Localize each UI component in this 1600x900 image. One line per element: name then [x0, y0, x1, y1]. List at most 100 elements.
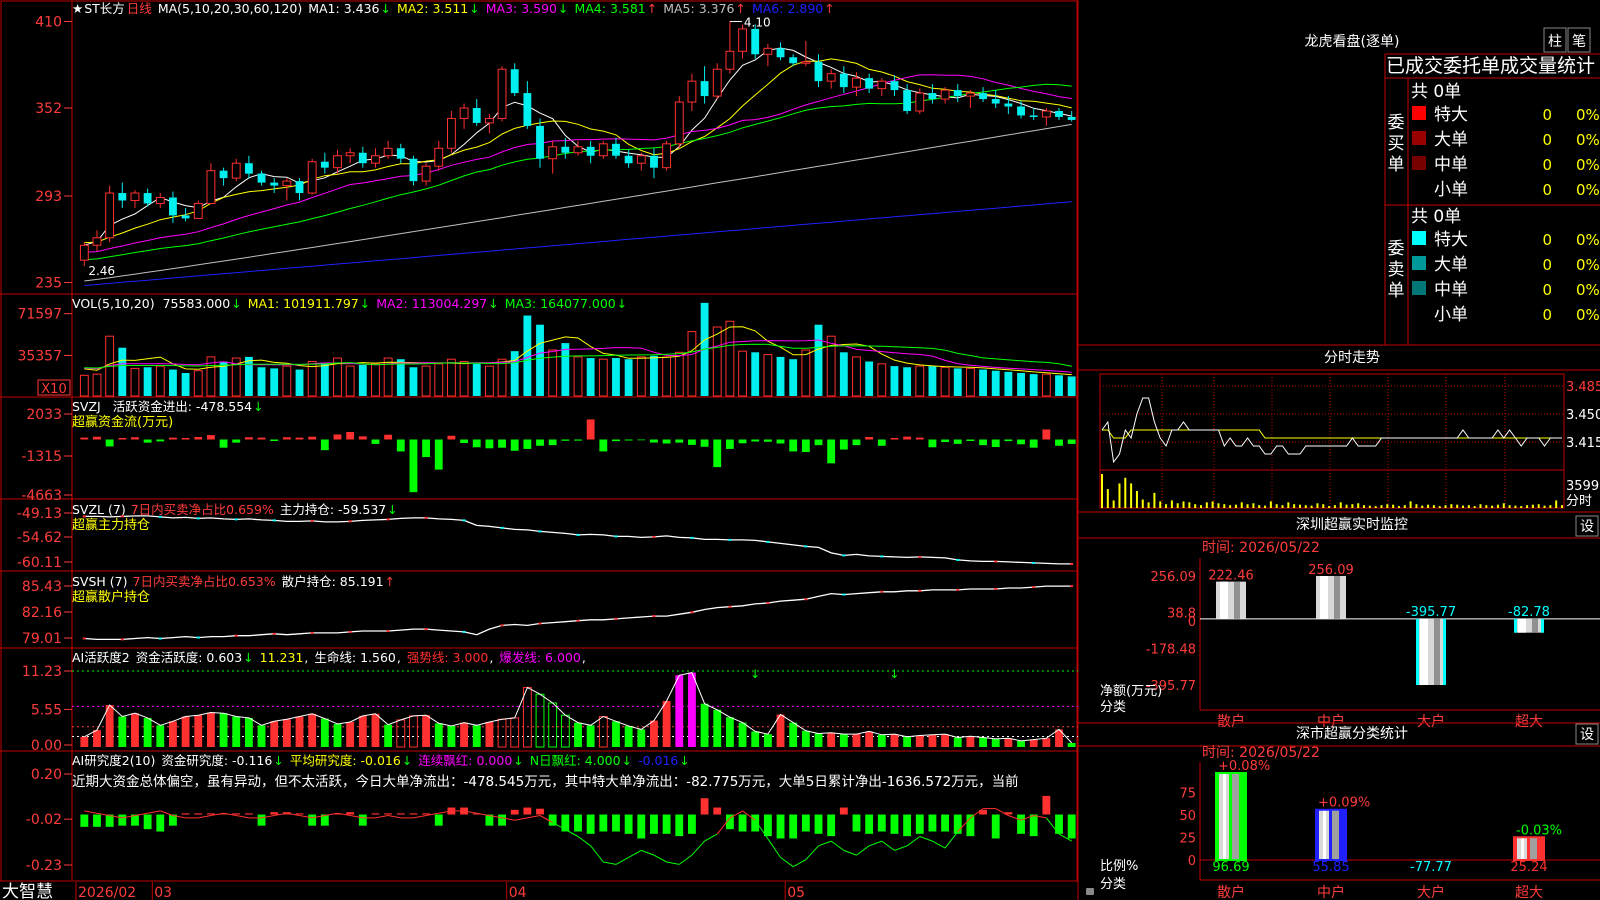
research-bar — [586, 814, 595, 834]
activity-bar — [1042, 738, 1051, 747]
header-text: ↓ — [513, 753, 523, 768]
holding-tick — [234, 634, 238, 637]
lock-icon — [1086, 888, 1094, 895]
activity-bar — [814, 733, 823, 747]
research-bar — [688, 814, 696, 834]
row-pct: 0% — [1576, 306, 1600, 324]
header-text: N日飘红: 4.000 — [530, 753, 621, 768]
monitor-bar-highlight — [1320, 576, 1328, 619]
volume-bar — [979, 369, 987, 396]
research-line — [590, 845, 604, 863]
candle-body — [700, 81, 709, 97]
flow-bar — [688, 439, 696, 445]
research-bar — [789, 814, 798, 839]
volume-bar — [472, 363, 481, 396]
candle-body — [1055, 110, 1063, 117]
low-marker: ★ — [76, 274, 77, 275]
row-pct: 0% — [1576, 131, 1600, 149]
candle — [801, 40, 811, 67]
holding-tick — [880, 555, 884, 558]
candle — [738, 24, 747, 59]
row-label: 大单 — [1434, 255, 1468, 275]
activity-bar — [169, 721, 177, 747]
volume-bar — [877, 363, 887, 397]
category-label: 中户 — [1317, 884, 1345, 900]
volume-bar — [536, 324, 544, 396]
volume-bar — [612, 358, 620, 396]
candle-body — [1041, 110, 1051, 118]
research-line — [906, 836, 921, 847]
flow-bar — [814, 439, 823, 446]
candle — [105, 185, 115, 243]
lhb-panel: 龙虎看盘(逐单) 柱笔已成交委托单成交量统计委买单委卖单共 0单共 0单特大 0 0%… — [1078, 27, 1600, 346]
research-bar — [624, 814, 633, 834]
monitor-time: 时间: 2026/05/22 — [1202, 540, 1320, 556]
settings-label[interactable]: 设 — [1580, 727, 1594, 743]
stats-bar: -0.03% 25.24 超大 — [1510, 823, 1562, 900]
volume-bar — [143, 367, 152, 396]
flow-bar — [206, 435, 215, 440]
research-line — [577, 836, 591, 847]
research-bar — [1029, 814, 1038, 837]
monitor-bar-edge — [1541, 618, 1544, 633]
candle — [396, 143, 405, 164]
down-arrow-icon: ↓ — [750, 667, 760, 681]
settings-label[interactable]: 设 — [1580, 519, 1594, 535]
volume-bar — [650, 355, 658, 396]
stats-top-label: +0.08% — [1218, 759, 1270, 774]
candle — [92, 230, 102, 252]
flow-bar — [194, 436, 203, 440]
candle-body — [725, 50, 735, 70]
flow-bar — [156, 439, 165, 442]
activity-bar — [801, 730, 810, 747]
candle-body — [965, 92, 975, 97]
volume-bar — [421, 365, 431, 397]
flow-bar — [928, 439, 937, 448]
candle — [206, 163, 216, 204]
holding-tick — [272, 519, 276, 522]
down-arrow-icon: ↓ — [889, 667, 899, 681]
holding-tick — [576, 619, 580, 622]
activity-bar — [928, 734, 937, 747]
volume-bar — [523, 315, 532, 396]
header-text: ↓ — [617, 296, 627, 311]
candle — [244, 155, 253, 179]
candle — [751, 24, 760, 59]
low-label: 2.46 — [88, 264, 115, 278]
activity-bar — [358, 715, 367, 747]
research-bar — [612, 814, 620, 832]
research-line — [679, 854, 693, 865]
candle — [1067, 110, 1076, 122]
research-line — [932, 840, 946, 849]
activity-bar — [574, 722, 582, 747]
research-line — [767, 838, 781, 858]
svzj-pane: SVZJ 活跃资金进出: -478.554 ↓ 超赢资金流(万元) 2033 -1315 -… — [21, 399, 1076, 504]
btn1-label[interactable]: 柱 — [1548, 34, 1562, 50]
research-bar — [270, 812, 279, 815]
activity-bar — [181, 716, 190, 747]
monitor-bar-shade — [1532, 618, 1538, 633]
flow-bar — [751, 439, 760, 442]
volume-bar — [738, 350, 747, 397]
candle-body — [561, 146, 570, 153]
y-tick-label: 50 — [1179, 809, 1196, 824]
candle-body — [231, 162, 241, 179]
candle — [991, 90, 1000, 108]
research-line — [666, 861, 680, 865]
candle — [358, 146, 367, 168]
volume-bar — [270, 368, 279, 396]
svzl-line — [84, 515, 1072, 565]
volume-bar — [1041, 373, 1051, 397]
flow-bar — [409, 439, 418, 493]
candle-body — [903, 90, 912, 111]
ma6-line — [84, 201, 1072, 286]
btn2-label[interactable]: 笔 — [1572, 34, 1586, 50]
activity-bar — [80, 736, 89, 747]
research-line — [843, 849, 857, 856]
flow-bar — [131, 437, 139, 440]
header-text: -0.016 — [638, 753, 678, 768]
activity-bar — [953, 737, 962, 747]
sell-total: 共 0单 — [1411, 207, 1461, 227]
header-text: ↓ — [380, 1, 390, 16]
candle-body — [573, 146, 583, 154]
